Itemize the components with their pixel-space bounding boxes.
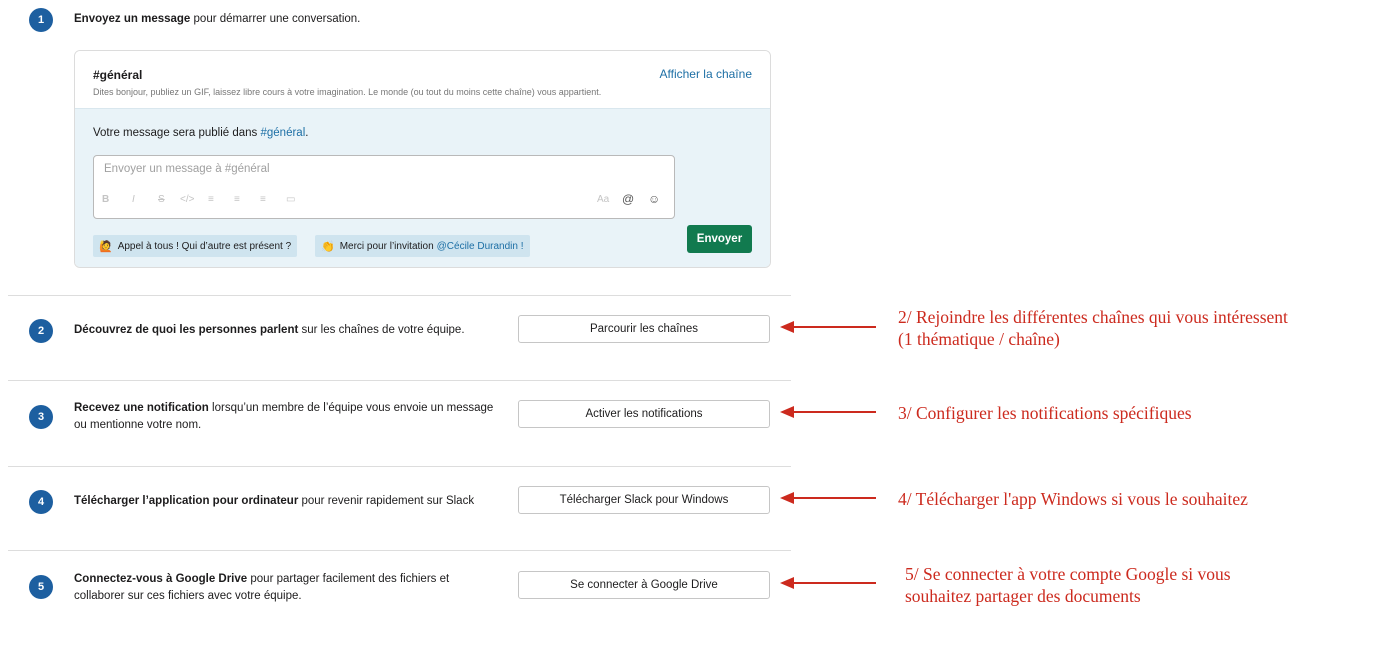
annotation-5: 5/ Se connecter à votre compte Google si…: [905, 564, 1231, 606]
divider: [8, 550, 791, 551]
raising-hand-icon: 🙋: [99, 240, 113, 253]
enable-notifications-button[interactable]: Activer les notifications: [518, 400, 770, 428]
step-5-badge: 5: [29, 575, 53, 599]
arrow-left-icon: [780, 321, 876, 333]
divider: [8, 295, 791, 296]
send-button[interactable]: Envoyer: [687, 225, 752, 253]
code-icon[interactable]: </>: [180, 194, 194, 205]
suggestion-chip-1[interactable]: 🙋 Appel à tous ! Qui d’autre est présent …: [93, 235, 298, 257]
publish-notice: Votre message sera publié dans #général.: [93, 127, 309, 139]
view-channel-link[interactable]: Afficher la chaîne: [659, 67, 752, 81]
step-2-text: Découvrez de quoi les personnes parlent …: [74, 324, 465, 336]
message-composer[interactable]: B I S </> ≡ ≡ ≡ ▭ Aa @ ☺: [93, 155, 675, 219]
divider: [8, 380, 791, 381]
strike-icon[interactable]: S: [158, 194, 165, 205]
step-4-text: Télécharger l’application pour ordinateu…: [74, 495, 475, 507]
emoji-icon[interactable]: ☺: [648, 192, 660, 206]
step-2-badge: 2: [29, 319, 53, 343]
mention-icon[interactable]: @: [622, 192, 634, 206]
suggestion-chip-2[interactable]: 👏 Merci pour l’invitation @Cécile Durandin…: [315, 235, 530, 257]
message-input[interactable]: [102, 162, 626, 176]
channel-description: Dites bonjour, publiez un GIF, laissez l…: [93, 87, 602, 97]
annotation-4: 4/ Télécharger l'app Windows si vous le …: [898, 489, 1248, 509]
channel-name: #général: [93, 68, 143, 82]
step-5-text: Connectez-vous à Google Drive pour parta…: [74, 573, 450, 602]
annotation-3: 3/ Configurer les notifications spécifiq…: [898, 403, 1192, 423]
ordered-list-icon[interactable]: ≡: [208, 194, 214, 205]
card-body: Votre message sera publié dans #général.…: [75, 108, 770, 267]
bullet-list-icon[interactable]: ≡: [234, 194, 240, 205]
browse-channels-button[interactable]: Parcourir les chaînes: [518, 315, 770, 343]
connect-google-drive-button[interactable]: Se connecter à Google Drive: [518, 571, 770, 599]
card-header: #général Afficher la chaîne Dites bonjou…: [75, 51, 770, 107]
italic-icon[interactable]: I: [132, 194, 135, 205]
step-1-text: Envoyez un message pour démarrer une con…: [74, 13, 361, 25]
bold-icon[interactable]: B: [102, 194, 109, 205]
download-slack-button[interactable]: Télécharger Slack pour Windows: [518, 486, 770, 514]
step-3-badge: 3: [29, 405, 53, 429]
text-format-icon[interactable]: Aa: [597, 194, 609, 205]
arrow-left-icon: [780, 577, 876, 589]
step-1-badge: 1: [29, 8, 53, 32]
quote-icon[interactable]: ≡: [260, 194, 266, 205]
arrow-left-icon: [780, 492, 876, 504]
channel-card: #général Afficher la chaîne Dites bonjou…: [74, 50, 771, 268]
step-4-badge: 4: [29, 490, 53, 514]
code-block-icon[interactable]: ▭: [286, 194, 295, 205]
annotation-2: 2/ Rejoindre les différentes chaînes qui…: [898, 307, 1288, 349]
divider: [8, 466, 791, 467]
clapping-hands-icon: 👏: [321, 240, 335, 253]
step-3-text: Recevez une notification lorsqu’un membr…: [74, 402, 494, 431]
arrow-left-icon: [780, 406, 876, 418]
